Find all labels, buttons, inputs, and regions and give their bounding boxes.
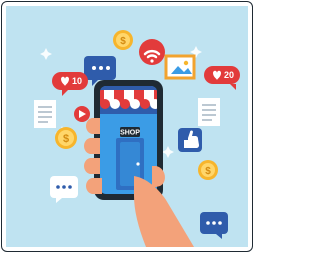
thumbs-up-icon [178, 128, 202, 152]
dollar-coin-icon: $ [198, 160, 218, 180]
illustration-frame: $ 10 20 $ $ SHOP [1, 1, 253, 252]
document-icon [198, 98, 220, 126]
svg-text:$: $ [63, 133, 69, 145]
social-commerce-illustration: $ 10 20 $ $ SHOP [34, 30, 240, 247]
image-icon [164, 54, 196, 80]
svg-text:$: $ [120, 36, 126, 47]
speech-bubble-icon [50, 176, 78, 203]
dollar-coin-icon: $ [113, 30, 133, 50]
svg-text:$: $ [205, 166, 211, 177]
document-icon [34, 100, 56, 128]
background-panel: $ 10 20 $ $ SHOP [6, 6, 248, 247]
shop-sign: SHOP [120, 127, 140, 137]
heart-badge-icon: 10 [52, 72, 88, 96]
dollar-coin-icon: $ [55, 127, 77, 149]
wifi-icon [139, 39, 165, 65]
svg-text:SHOP: SHOP [120, 130, 140, 137]
shop-awning [100, 86, 157, 114]
play-icon [74, 106, 90, 122]
heart-badge-icon: 20 [204, 66, 240, 90]
svg-text:20: 20 [224, 70, 234, 80]
speech-bubble-icon [200, 212, 228, 239]
svg-text:10: 10 [72, 76, 82, 86]
